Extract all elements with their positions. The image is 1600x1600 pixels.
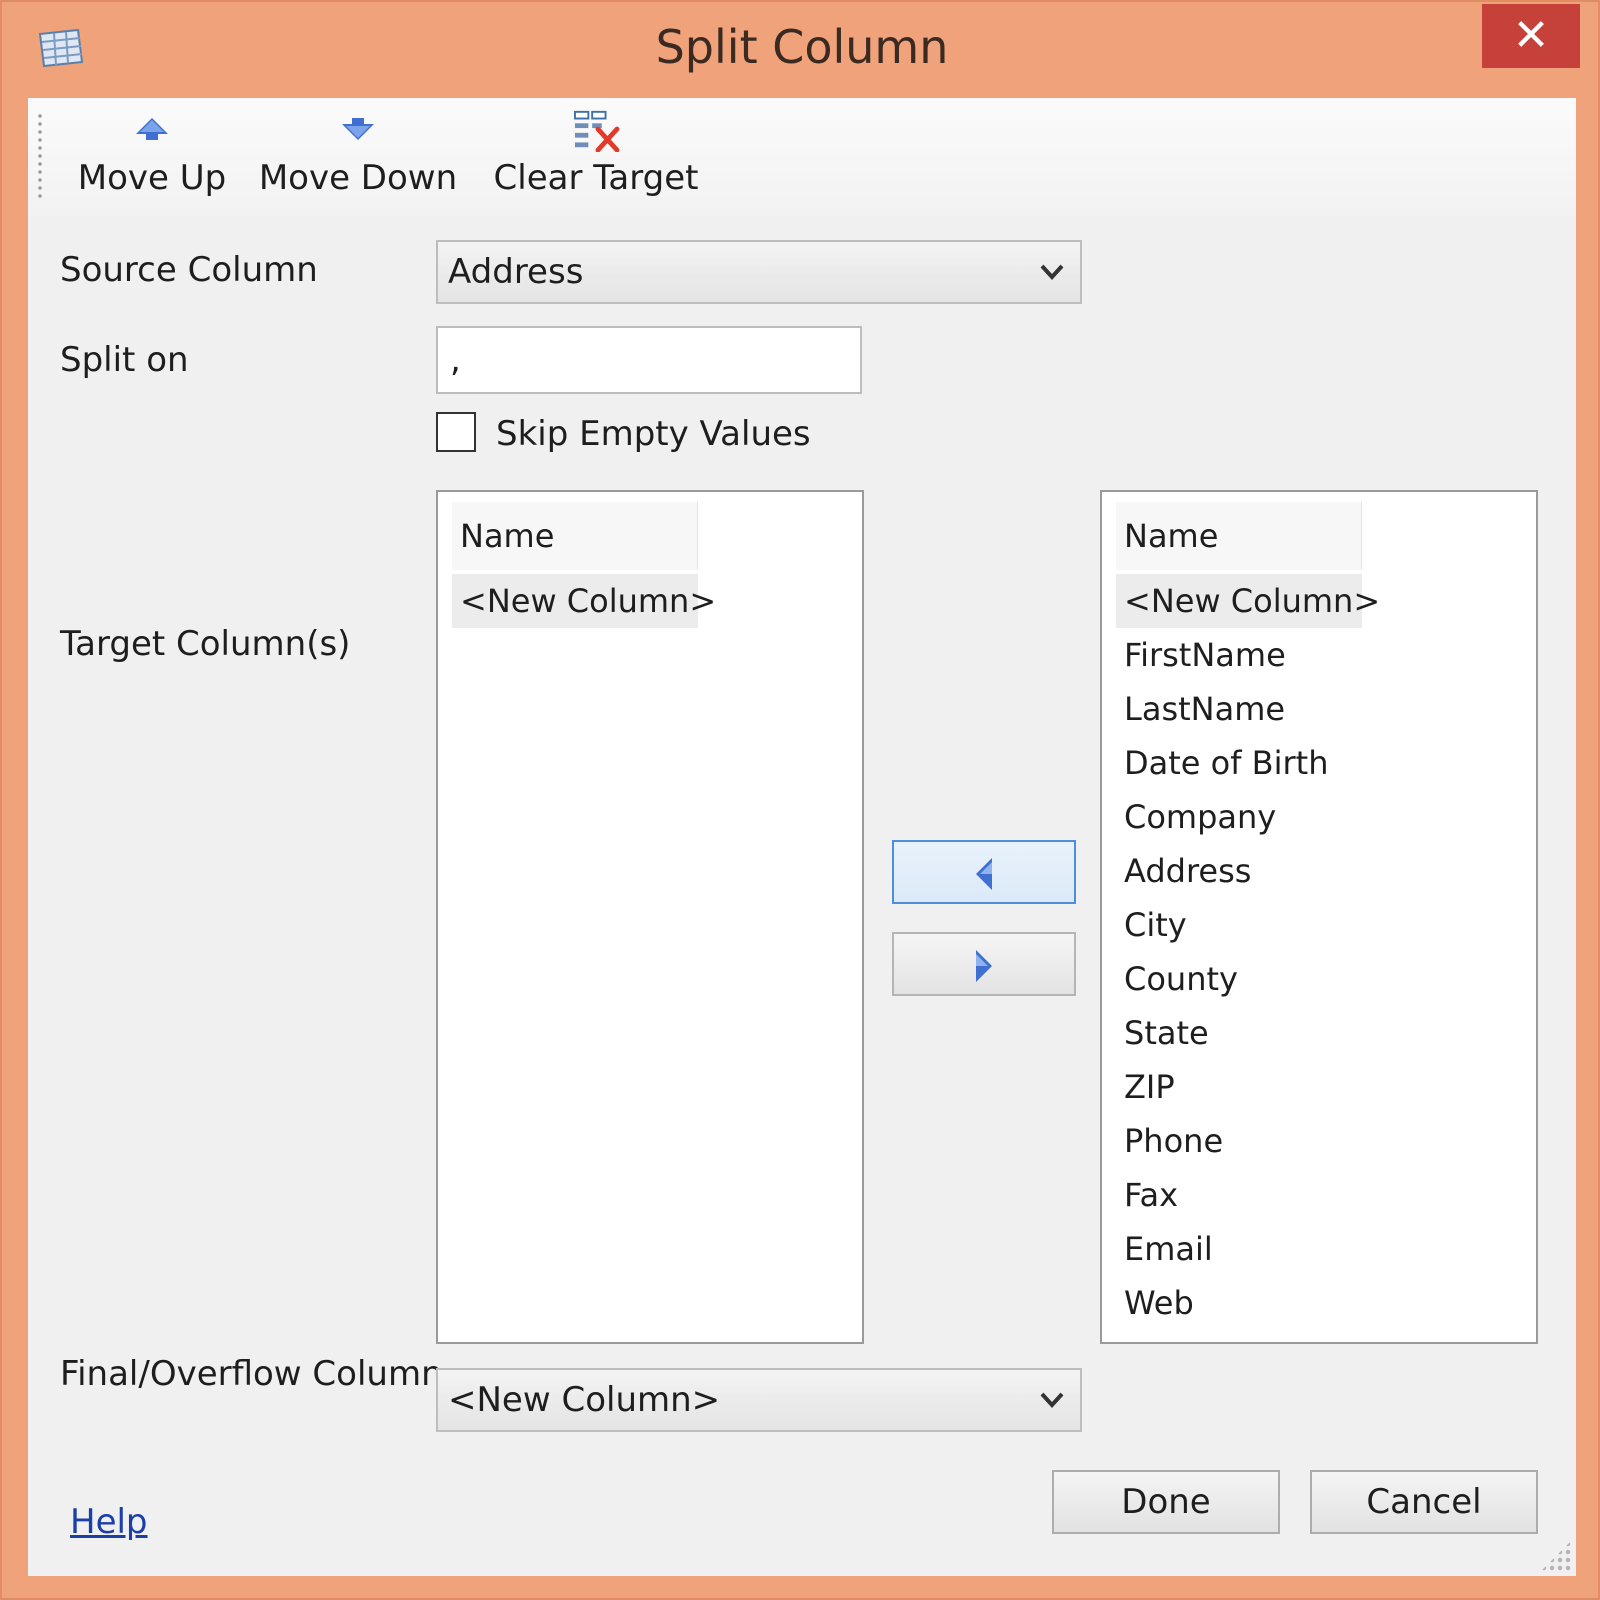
clear-target-icon [574, 110, 620, 152]
resize-grip[interactable] [1540, 1540, 1572, 1572]
move-up-label: Move Up [77, 158, 227, 198]
arrow-left-icon [976, 858, 992, 890]
overflow-column-label: Final/Overflow Column [60, 1354, 443, 1394]
add-to-target-button[interactable] [892, 840, 1076, 904]
window-title: Split Column [655, 20, 949, 74]
split-on-label: Split on [60, 340, 189, 380]
source-column-dropdown[interactable]: Address [436, 240, 1082, 304]
available-list-item[interactable]: Date of Birth [1116, 736, 1329, 790]
arrow-down-icon [342, 118, 374, 140]
split-on-input[interactable]: , [436, 326, 862, 394]
available-list-item[interactable]: Email [1116, 1222, 1213, 1276]
close-button[interactable]: ✕ [1482, 4, 1580, 68]
help-link[interactable]: Help [70, 1502, 148, 1542]
dialog-body: Move Up Move Down Clear Target Source Co… [28, 98, 1576, 1576]
target-columns-list[interactable]: Name <New Column> [436, 490, 864, 1344]
available-list-item[interactable]: <New Column> [1116, 574, 1380, 628]
target-list-item[interactable]: <New Column> [452, 574, 716, 628]
available-list-item[interactable]: City [1116, 898, 1187, 952]
available-list-item[interactable]: FirstName [1116, 628, 1286, 682]
move-down-label: Move Down [258, 158, 458, 198]
available-columns-list[interactable]: Name <New Column> FirstName LastName Date o… [1100, 490, 1538, 1344]
remove-from-target-button[interactable] [892, 932, 1076, 996]
split-column-dialog: Split Column ✕ Move Up Move Down Clear T… [0, 0, 1600, 1600]
toolbar-grip[interactable] [38, 112, 42, 198]
clear-target-button[interactable]: Clear Target [492, 108, 700, 208]
available-list-item[interactable]: Phone [1116, 1114, 1223, 1168]
overflow-column-value: <New Column> [448, 1380, 721, 1420]
available-list-item[interactable]: County [1116, 952, 1238, 1006]
skip-empty-checkbox[interactable] [436, 412, 476, 452]
target-list-header[interactable]: Name [452, 502, 698, 570]
overflow-column-dropdown[interactable]: <New Column> [436, 1368, 1082, 1432]
chevron-down-icon [1040, 264, 1064, 280]
arrow-up-icon [136, 118, 168, 140]
done-button[interactable]: Done [1052, 1470, 1280, 1534]
toolbar: Move Up Move Down Clear Target [28, 98, 1576, 216]
move-up-button[interactable]: Move Up [72, 108, 232, 208]
source-column-label: Source Column [60, 250, 318, 290]
available-list-item[interactable]: ZIP [1116, 1060, 1175, 1114]
target-columns-label: Target Column(s) [60, 624, 351, 664]
cancel-button[interactable]: Cancel [1310, 1470, 1538, 1534]
source-column-value: Address [448, 252, 584, 292]
available-list-item[interactable]: LastName [1116, 682, 1285, 736]
clear-target-label: Clear Target [493, 158, 699, 198]
move-down-button[interactable]: Move Down [258, 108, 458, 208]
close-icon: ✕ [1512, 10, 1550, 61]
arrow-right-icon [976, 950, 992, 982]
available-list-item[interactable]: Address [1116, 844, 1251, 898]
available-list-item[interactable]: Company [1116, 790, 1276, 844]
available-list-item[interactable]: Web [1116, 1276, 1194, 1330]
available-list-header[interactable]: Name [1116, 502, 1362, 570]
chevron-down-icon [1040, 1392, 1064, 1408]
available-list-item[interactable]: State [1116, 1006, 1209, 1060]
available-list-item[interactable]: Fax [1116, 1168, 1178, 1222]
skip-empty-label[interactable]: Skip Empty Values [496, 414, 811, 454]
